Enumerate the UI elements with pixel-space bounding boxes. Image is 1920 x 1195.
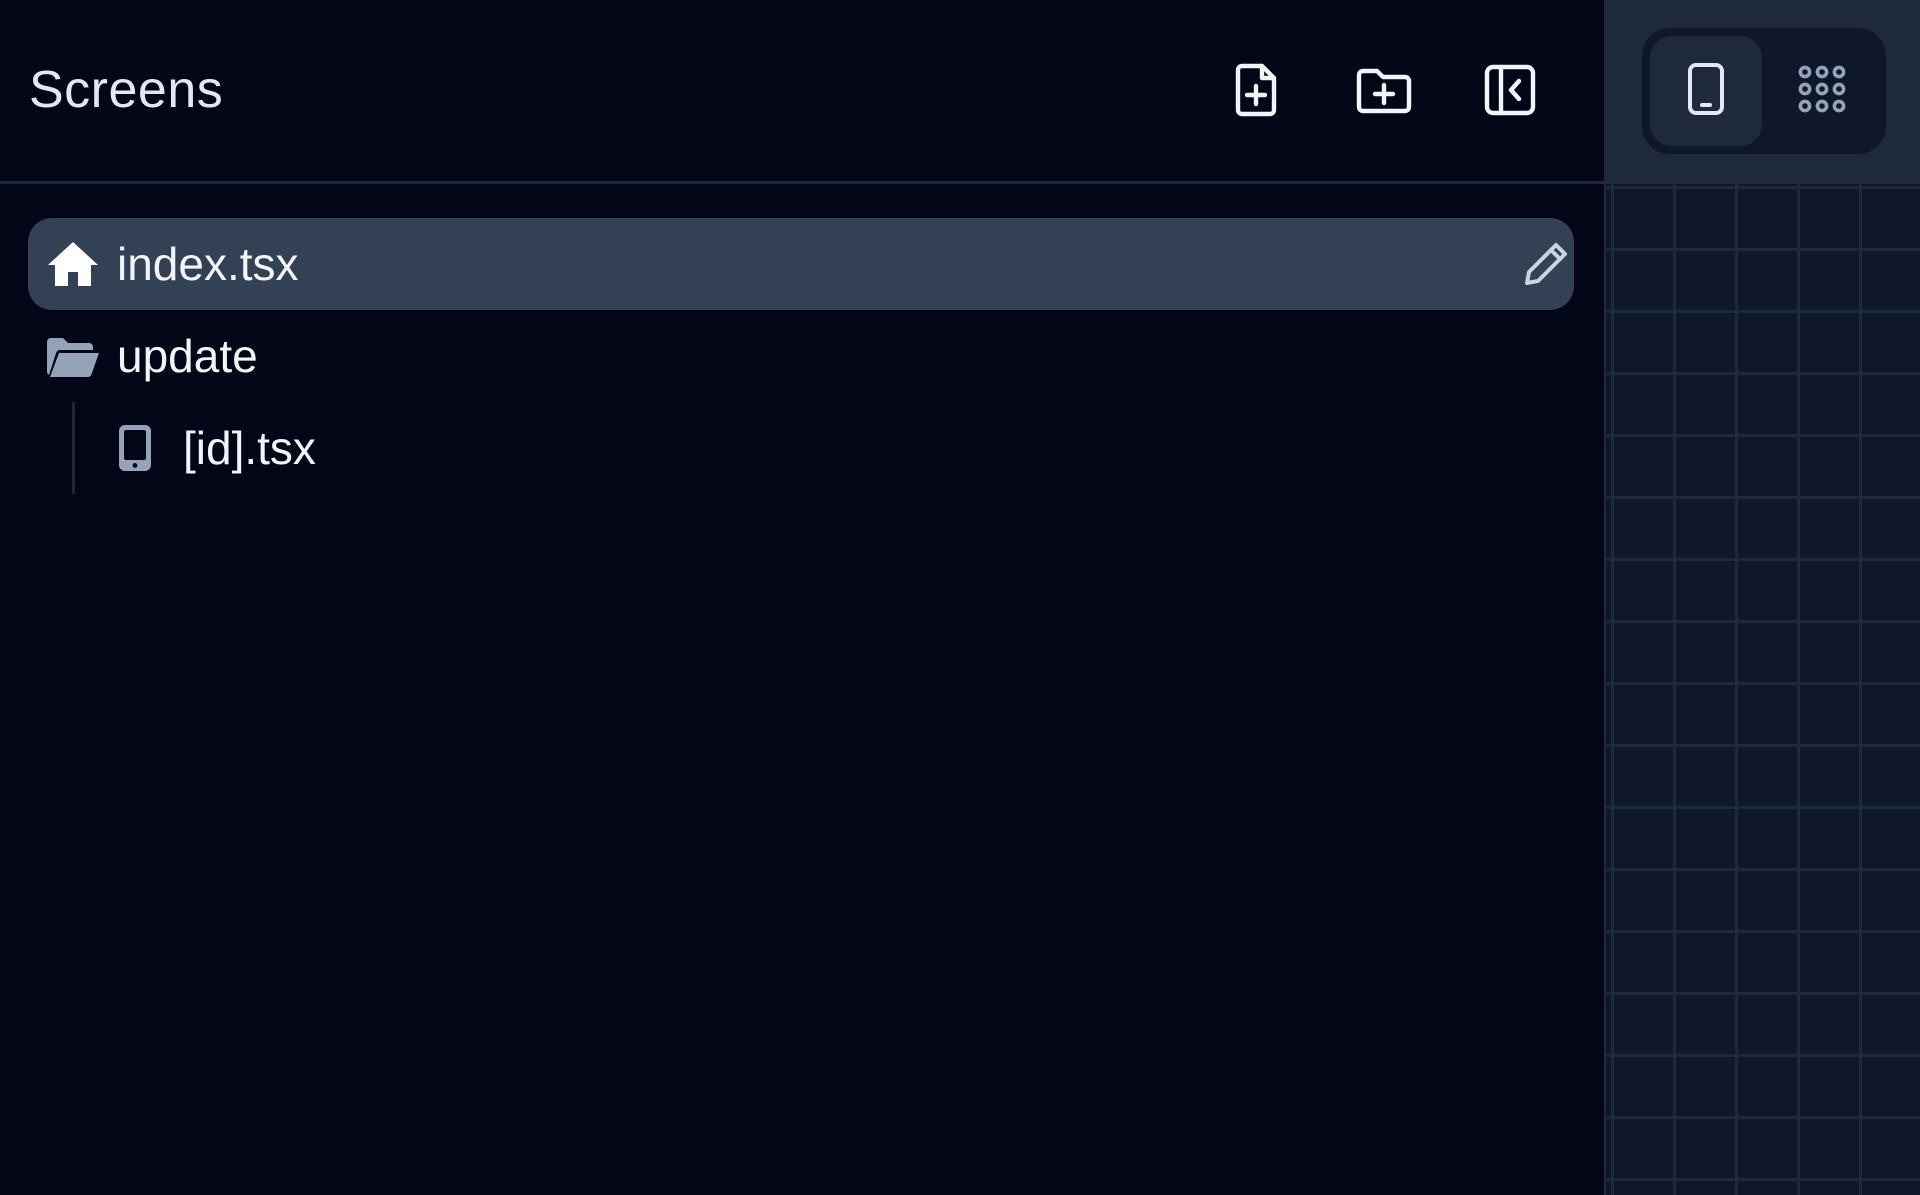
new-file-button[interactable] — [1230, 58, 1286, 122]
grid-view-button[interactable] — [1766, 36, 1878, 146]
tree-folder-update[interactable]: update — [28, 310, 1574, 402]
tree-item-id[interactable]: [id].tsx — [99, 402, 1574, 494]
collapse-sidebar-button[interactable] — [1482, 58, 1538, 122]
grid-icon — [1797, 64, 1847, 119]
app-window: Screens index.tsx update [id].tsx — [0, 0, 1920, 1195]
sidebar-header: Screens — [0, 0, 1604, 184]
file-plus-icon — [1234, 62, 1282, 118]
tree-item-index[interactable]: index.tsx — [28, 218, 1574, 310]
view-toggle — [1642, 28, 1886, 154]
tree-item-label: [id].tsx — [183, 422, 316, 474]
phone-icon — [105, 418, 165, 478]
folder-plus-icon — [1355, 65, 1413, 115]
new-folder-button[interactable] — [1356, 58, 1412, 122]
sidebar-actions — [1230, 58, 1538, 122]
tree-item-label: index.tsx — [117, 238, 299, 290]
home-icon — [43, 234, 103, 294]
tree-item-label: update — [117, 330, 258, 382]
phone-icon — [1686, 61, 1726, 122]
preview-canvas — [1606, 0, 1920, 1195]
pencil-icon[interactable] — [1520, 238, 1572, 290]
canvas-toolbar — [1606, 0, 1920, 184]
panel-collapse-icon — [1483, 63, 1537, 117]
screens-sidebar: Screens index.tsx update [id].tsx — [0, 0, 1606, 1195]
folder-open-icon — [43, 326, 103, 386]
single-view-button[interactable] — [1650, 36, 1762, 146]
tree-children-update: [id].tsx — [72, 402, 1574, 494]
screens-tree: index.tsx update [id].tsx — [28, 218, 1574, 494]
sidebar-title: Screens — [29, 61, 224, 119]
